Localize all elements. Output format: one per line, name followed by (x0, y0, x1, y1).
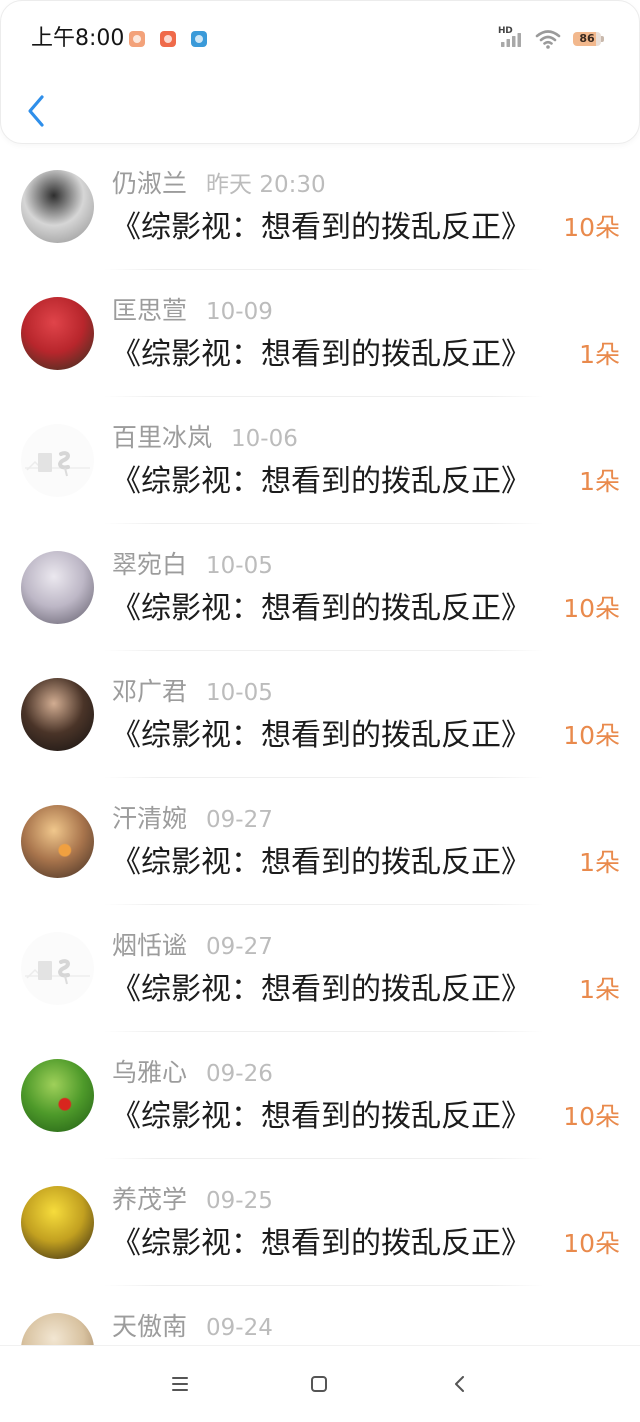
book-title: 《综影视：想看到的拨乱反正》 (111, 337, 531, 372)
item-meta: 汗清婉 09-27 (112, 804, 273, 834)
item-meta: 乌雅心 09-26 (112, 1058, 273, 1088)
book-title: 《综影视：想看到的拨乱反正》 (111, 718, 531, 753)
item-date: 10-06 (231, 426, 298, 452)
avatar[interactable] (21, 170, 94, 243)
home-icon[interactable] (311, 1376, 327, 1392)
avatar[interactable] (21, 932, 94, 1005)
list-item[interactable]: 养茂学 09-25 《综影视：想看到的拨乱反正》 10朵 (0, 1159, 640, 1286)
book-title: 《综影视：想看到的拨乱反正》 (111, 845, 531, 880)
user-name: 天傲南 (112, 1312, 188, 1341)
item-date: 10-05 (206, 680, 273, 706)
item-date: 09-27 (206, 807, 273, 833)
battery-nub (601, 36, 604, 42)
flower-count: 10朵 (563, 1102, 620, 1131)
flower-count: 1朵 (579, 848, 620, 877)
list-item[interactable]: 匡思萱 10-09 《综影视：想看到的拨乱反正》 1朵 (0, 270, 640, 397)
item-date: 10-05 (206, 553, 273, 579)
item-meta: 养茂学 09-25 (112, 1185, 273, 1215)
user-name: 汗清婉 (112, 804, 188, 833)
status-time: 上午8:00 (31, 26, 125, 51)
user-name: 匡思萱 (112, 296, 188, 325)
avatar[interactable] (21, 678, 94, 751)
user-name: 翠宛白 (112, 550, 188, 579)
user-name: 仍淑兰 (112, 169, 188, 198)
user-name: 乌雅心 (112, 1058, 188, 1087)
cellular-signal-icon (501, 33, 521, 47)
item-date: 09-26 (206, 1061, 273, 1087)
book-title: 《综影视：想看到的拨乱反正》 (111, 1099, 531, 1134)
item-date: 09-24 (206, 1315, 273, 1341)
item-date: 09-25 (206, 1188, 273, 1214)
list-item[interactable]: 翠宛白 10-05 《综影视：想看到的拨乱反正》 10朵 (0, 524, 640, 651)
message-list[interactable]: 仍淑兰 昨天 20:30 《综影视：想看到的拨乱反正》 10朵 匡思萱 10-09 《综影视… (0, 143, 640, 1345)
wifi-icon (535, 30, 561, 49)
avatar[interactable] (21, 1186, 94, 1259)
avatar[interactable] (21, 297, 94, 370)
book-title: 《综影视：想看到的拨乱反正》 (111, 1226, 531, 1261)
item-meta: 匡思萱 10-09 (112, 296, 273, 326)
chevron-left-icon[interactable] (25, 94, 47, 128)
item-date: 10-09 (206, 299, 273, 325)
book-title: 《综影视：想看到的拨乱反正》 (111, 464, 531, 499)
flower-count: 1朵 (579, 975, 620, 1004)
item-meta: 天傲南 09-24 (112, 1312, 273, 1342)
user-name: 邓广君 (112, 677, 188, 706)
back-icon[interactable] (453, 1376, 465, 1392)
system-nav-bar (0, 1345, 640, 1422)
item-meta: 邓广君 10-05 (112, 677, 273, 707)
placeholder-logo-icon (25, 451, 90, 477)
item-meta: 仍淑兰 昨天 20:30 (112, 169, 326, 199)
top-header: 上午8:00 HD 86 (0, 0, 640, 144)
flower-count: 10朵 (563, 213, 620, 242)
list-item[interactable]: 汗清婉 09-27 《综影视：想看到的拨乱反正》 1朵 (0, 778, 640, 905)
battery-icon: 86 (573, 32, 601, 46)
avatar[interactable] (21, 551, 94, 624)
flower-count: 1朵 (579, 340, 620, 369)
list-item[interactable]: 烟恬谧 09-27 《综影视：想看到的拨乱反正》 1朵 (0, 905, 640, 1032)
flower-count: 10朵 (563, 1229, 620, 1258)
item-meta: 翠宛白 10-05 (112, 550, 273, 580)
book-title: 《综影视：想看到的拨乱反正》 (111, 972, 531, 1007)
list-item[interactable]: 天傲南 09-24 (0, 1286, 640, 1345)
avatar[interactable] (21, 1313, 94, 1345)
app-notification-icon (160, 31, 176, 47)
user-name: 百里冰岚 (112, 423, 213, 452)
placeholder-logo-icon (25, 959, 90, 985)
menu-icon[interactable] (172, 1377, 188, 1391)
list-item[interactable]: 乌雅心 09-26 《综影视：想看到的拨乱反正》 10朵 (0, 1032, 640, 1159)
app-notification-icon (191, 31, 207, 47)
flower-count: 10朵 (563, 721, 620, 750)
item-meta: 百里冰岚 10-06 (112, 423, 298, 453)
user-name: 养茂学 (112, 1185, 188, 1214)
flower-count: 10朵 (563, 594, 620, 623)
item-meta: 烟恬谧 09-27 (112, 931, 273, 961)
book-title: 《综影视：想看到的拨乱反正》 (111, 591, 531, 626)
item-date: 昨天 20:30 (206, 172, 326, 198)
avatar[interactable] (21, 805, 94, 878)
list-item[interactable]: 仍淑兰 昨天 20:30 《综影视：想看到的拨乱反正》 10朵 (0, 143, 640, 270)
list-item[interactable]: 百里冰岚 10-06 《综影视：想看到的拨乱反正》 1朵 (0, 397, 640, 524)
item-date: 09-27 (206, 934, 273, 960)
avatar[interactable] (21, 424, 94, 497)
app-notification-icon (129, 31, 145, 47)
user-name: 烟恬谧 (112, 931, 188, 960)
notification-icons (129, 31, 207, 47)
book-title: 《综影视：想看到的拨乱反正》 (111, 210, 531, 245)
flower-count: 1朵 (579, 467, 620, 496)
avatar[interactable] (21, 1059, 94, 1132)
list-item[interactable]: 邓广君 10-05 《综影视：想看到的拨乱反正》 10朵 (0, 651, 640, 778)
